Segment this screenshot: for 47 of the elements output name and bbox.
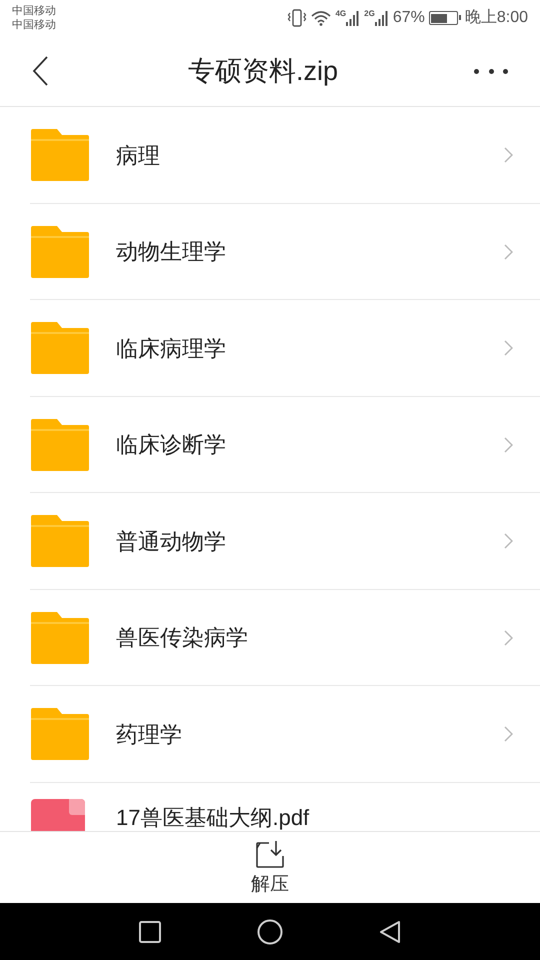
network-type: 4G xyxy=(335,10,346,18)
recent-apps-button[interactable] xyxy=(139,920,161,942)
file-list-item[interactable]: 兽医传染病学 xyxy=(0,590,540,686)
folder-icon xyxy=(31,129,89,182)
back-nav-button[interactable] xyxy=(379,920,401,944)
file-list-item[interactable]: 药理学 xyxy=(0,686,540,782)
chevron-right-icon xyxy=(504,244,513,260)
window-title: 专硕资料.zip xyxy=(188,54,338,88)
chevron-right-icon xyxy=(504,147,513,163)
vibrate-icon xyxy=(287,9,308,27)
chevron-right-icon xyxy=(504,436,513,452)
file-list-item[interactable]: 动物生理学 xyxy=(0,204,540,300)
folder-icon xyxy=(31,226,89,278)
battery-percent: 67% xyxy=(392,8,425,28)
folder-icon xyxy=(31,418,89,471)
extract-button[interactable]: 解压 xyxy=(251,832,289,903)
signal-icon xyxy=(374,10,389,26)
file-name: 临床病理学 xyxy=(116,334,226,363)
clock: 晚上8:00 xyxy=(464,8,528,28)
file-list-item[interactable]: 17兽医基础大纲.pdf xyxy=(0,782,540,831)
battery-icon xyxy=(428,11,458,25)
folder-icon xyxy=(31,612,89,664)
folder-icon xyxy=(31,322,89,374)
carrier-name: 中国移动 xyxy=(12,4,56,18)
file-list-item[interactable]: 临床病理学 xyxy=(0,300,540,396)
file-name: 动物生理学 xyxy=(116,238,226,266)
wifi-icon xyxy=(311,10,332,26)
file-name: 药理学 xyxy=(116,720,182,749)
file-name: 病理 xyxy=(116,142,160,170)
chevron-right-icon xyxy=(504,630,513,646)
folder-icon xyxy=(31,515,89,568)
file-list-item[interactable]: 普通动物学 xyxy=(0,493,540,590)
network-type: 2G xyxy=(364,10,375,18)
folder-download-icon xyxy=(255,839,285,869)
home-button[interactable] xyxy=(257,918,283,944)
file-name: 临床诊断学 xyxy=(116,431,226,460)
chevron-right-icon xyxy=(504,533,513,549)
file-list-item[interactable]: 临床诊断学 xyxy=(0,396,540,493)
chevron-right-icon xyxy=(504,340,513,356)
file-name: 兽医传染病学 xyxy=(116,624,248,652)
folder-icon xyxy=(31,708,89,760)
file-list-item[interactable]: 病理 xyxy=(0,107,540,204)
file-name: 普通动物学 xyxy=(116,528,226,556)
signal-icon xyxy=(346,10,360,26)
chevron-right-icon xyxy=(504,726,513,742)
file-name: 17兽医基础大纲.pdf xyxy=(116,804,310,831)
carrier-name: 中国移动 xyxy=(12,18,56,32)
